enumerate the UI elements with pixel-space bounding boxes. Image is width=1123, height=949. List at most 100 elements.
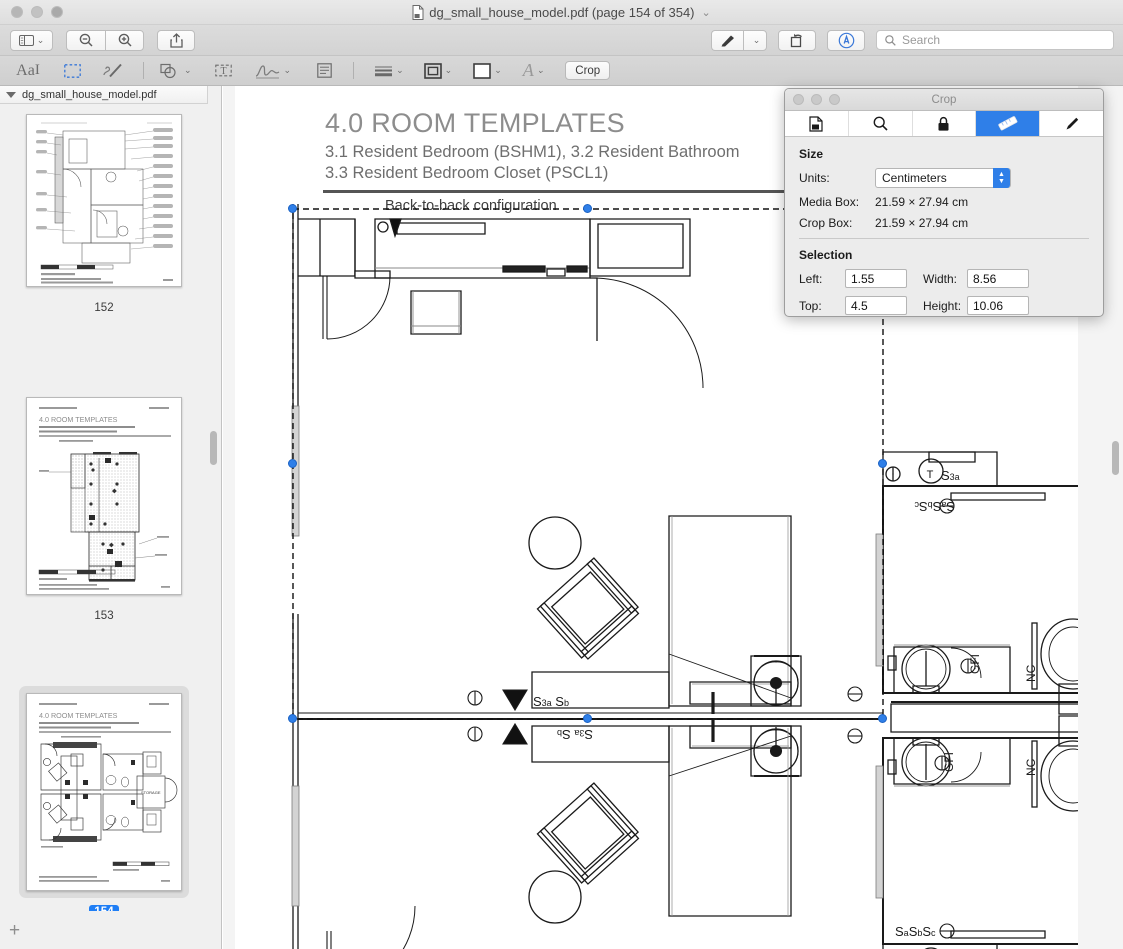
thumbnail-154[interactable]: 4.0 ROOM TEMPLATES xyxy=(19,686,189,898)
crop-handle-top-center[interactable] xyxy=(583,204,592,213)
share-icon xyxy=(170,33,183,48)
thumbnail-152[interactable] xyxy=(19,107,189,294)
crop-handle-top-left[interactable] xyxy=(288,204,297,213)
page-number-label: 153 xyxy=(89,609,118,623)
chevron-down-icon: ⌄ xyxy=(284,65,292,76)
units-select[interactable]: Centimeters ▲▼ xyxy=(875,168,1011,188)
crop-handle-bottom-center[interactable] xyxy=(583,714,592,723)
plan-label-nc-2: NC xyxy=(1024,758,1038,776)
tab-document-info[interactable] xyxy=(785,111,849,136)
list-item[interactable]: 152 xyxy=(0,107,208,315)
toolbar-divider xyxy=(353,62,354,79)
signature-icon xyxy=(255,63,281,79)
document-scrollbar[interactable] xyxy=(1112,441,1119,475)
stepper-icon[interactable]: ▲▼ xyxy=(993,168,1010,188)
page-preview[interactable] xyxy=(26,114,182,287)
markup-button[interactable] xyxy=(711,30,743,51)
crop-panel-title-bar: Crop xyxy=(785,89,1103,111)
shapes-tool[interactable]: ⌄ xyxy=(160,58,192,84)
svg-text:4.0 ROOM TEMPLATES: 4.0 ROOM TEMPLATES xyxy=(39,415,118,424)
title-chevron-down-icon[interactable]: ⌄ xyxy=(702,6,711,19)
signature-tool[interactable]: ⌄ xyxy=(255,58,292,84)
border-color-tool[interactable]: ⌄ xyxy=(424,58,453,84)
line-style-tool[interactable]: ⌄ xyxy=(374,58,404,84)
plan-label-gfi-lower: GFI xyxy=(942,752,956,772)
markup-options-button[interactable]: ⌄ xyxy=(743,30,767,51)
search-icon xyxy=(873,116,888,131)
dashed-rect-icon xyxy=(64,64,81,78)
markup-toolbar: AaI ⌄ T xyxy=(0,56,1123,86)
sidebar-header[interactable]: dg_small_house_model.pdf xyxy=(0,86,208,104)
rectangular-selection-tool[interactable] xyxy=(59,58,85,84)
page-153-artwork: 4.0 ROOM TEMPLATES xyxy=(27,398,182,595)
page-preview[interactable]: 4.0 ROOM TEMPLATES xyxy=(26,693,182,891)
height-input[interactable]: 10.06 xyxy=(967,296,1029,315)
crop-inspector-panel[interactable]: Crop xyxy=(784,88,1104,317)
zoom-controls[interactable] xyxy=(66,30,144,51)
crop-handle-bottom-right[interactable] xyxy=(878,714,887,723)
left-input[interactable]: 1.55 xyxy=(845,269,907,288)
units-value: Centimeters xyxy=(882,171,947,185)
text-selection-tool[interactable]: AaI xyxy=(11,58,45,84)
text-tool[interactable]: T xyxy=(212,58,236,84)
list-item[interactable]: 4.0 ROOM TEMPLATES xyxy=(0,686,208,919)
left-label: Left: xyxy=(799,272,845,286)
share-button[interactable] xyxy=(157,30,195,51)
chevron-down-icon: ⌄ xyxy=(37,35,45,46)
pdf-document-icon xyxy=(412,5,424,20)
lock-icon xyxy=(937,116,950,132)
page-preview[interactable]: 4.0 ROOM TEMPLATES xyxy=(26,397,182,595)
tab-search[interactable] xyxy=(849,111,913,136)
crop-handle-bottom-left[interactable] xyxy=(288,714,297,723)
tab-encryption[interactable] xyxy=(913,111,977,136)
selection-fields: Left: 1.55 Width: 8.56 Top: 4.5 Height: … xyxy=(799,269,1089,315)
top-label: Top: xyxy=(799,299,845,313)
rotate-button[interactable] xyxy=(778,30,816,51)
plan-label-sasbsc-upper: SaSbSc xyxy=(914,499,955,514)
zoom-out-button[interactable] xyxy=(66,30,105,51)
tab-crop[interactable] xyxy=(976,111,1040,136)
font-style-tool[interactable]: A ⌄ xyxy=(523,58,545,84)
width-input[interactable]: 8.56 xyxy=(967,269,1029,288)
media-box-label: Media Box: xyxy=(799,195,875,209)
tab-annotations[interactable] xyxy=(1040,111,1103,136)
title-bar: dg_small_house_model.pdf (page 154 of 35… xyxy=(0,0,1123,25)
sidebar-view-control[interactable]: ⌄ xyxy=(10,30,53,51)
annotate-button[interactable] xyxy=(827,30,865,51)
fill-color-tool[interactable]: ⌄ xyxy=(473,58,502,84)
crop-panel-body: Size Units: Centimeters ▲▼ Media Box: 21… xyxy=(785,137,1103,315)
sidebar-footer: + xyxy=(0,911,222,949)
plan-label-gfi-upper: GFI xyxy=(968,654,982,674)
media-box-row: Media Box: 21.59 × 27.94 cm xyxy=(799,195,1089,209)
sidebar-view-button[interactable]: ⌄ xyxy=(10,30,53,51)
add-page-button[interactable]: + xyxy=(9,921,20,940)
zoom-in-button[interactable] xyxy=(105,30,144,51)
thumbnail-153[interactable]: 4.0 ROOM TEMPLATES xyxy=(19,390,189,602)
sidebar-view-icon xyxy=(19,35,34,46)
chevron-down-icon: ⌄ xyxy=(184,65,192,76)
plan-label-switch-lower: S3a Sb xyxy=(557,727,593,742)
document-icon xyxy=(809,116,823,132)
crop-panel-tabs[interactable] xyxy=(785,111,1103,137)
width-label: Width: xyxy=(907,272,967,286)
markup-pen-icon xyxy=(720,33,736,48)
crop-handle-middle-left[interactable] xyxy=(288,459,297,468)
height-label: Height: xyxy=(907,299,967,313)
sidebar-scrollbar[interactable] xyxy=(210,431,217,465)
fill-color-icon xyxy=(473,63,491,79)
thumbnail-list[interactable]: 152 4.0 ROOM TEMPLATES xyxy=(0,105,222,911)
top-input[interactable]: 4.5 xyxy=(845,296,907,315)
crop-handle-middle-right[interactable] xyxy=(878,459,887,468)
note-tool[interactable] xyxy=(312,58,336,84)
crop-button[interactable]: Crop xyxy=(565,61,610,80)
sketch-icon xyxy=(102,63,124,79)
markup-controls[interactable]: ⌄ xyxy=(711,30,767,51)
sketch-tool[interactable] xyxy=(99,58,127,84)
list-item[interactable]: 4.0 ROOM TEMPLATES xyxy=(0,390,208,623)
section-divider xyxy=(799,238,1089,239)
annotate-circle-icon xyxy=(838,32,855,49)
thumbnail-sidebar: dg_small_house_model.pdf xyxy=(0,86,222,949)
search-input[interactable]: Search xyxy=(876,30,1114,50)
svg-text:STORAGE: STORAGE xyxy=(141,790,161,795)
disclosure-triangle-icon[interactable] xyxy=(6,92,16,98)
